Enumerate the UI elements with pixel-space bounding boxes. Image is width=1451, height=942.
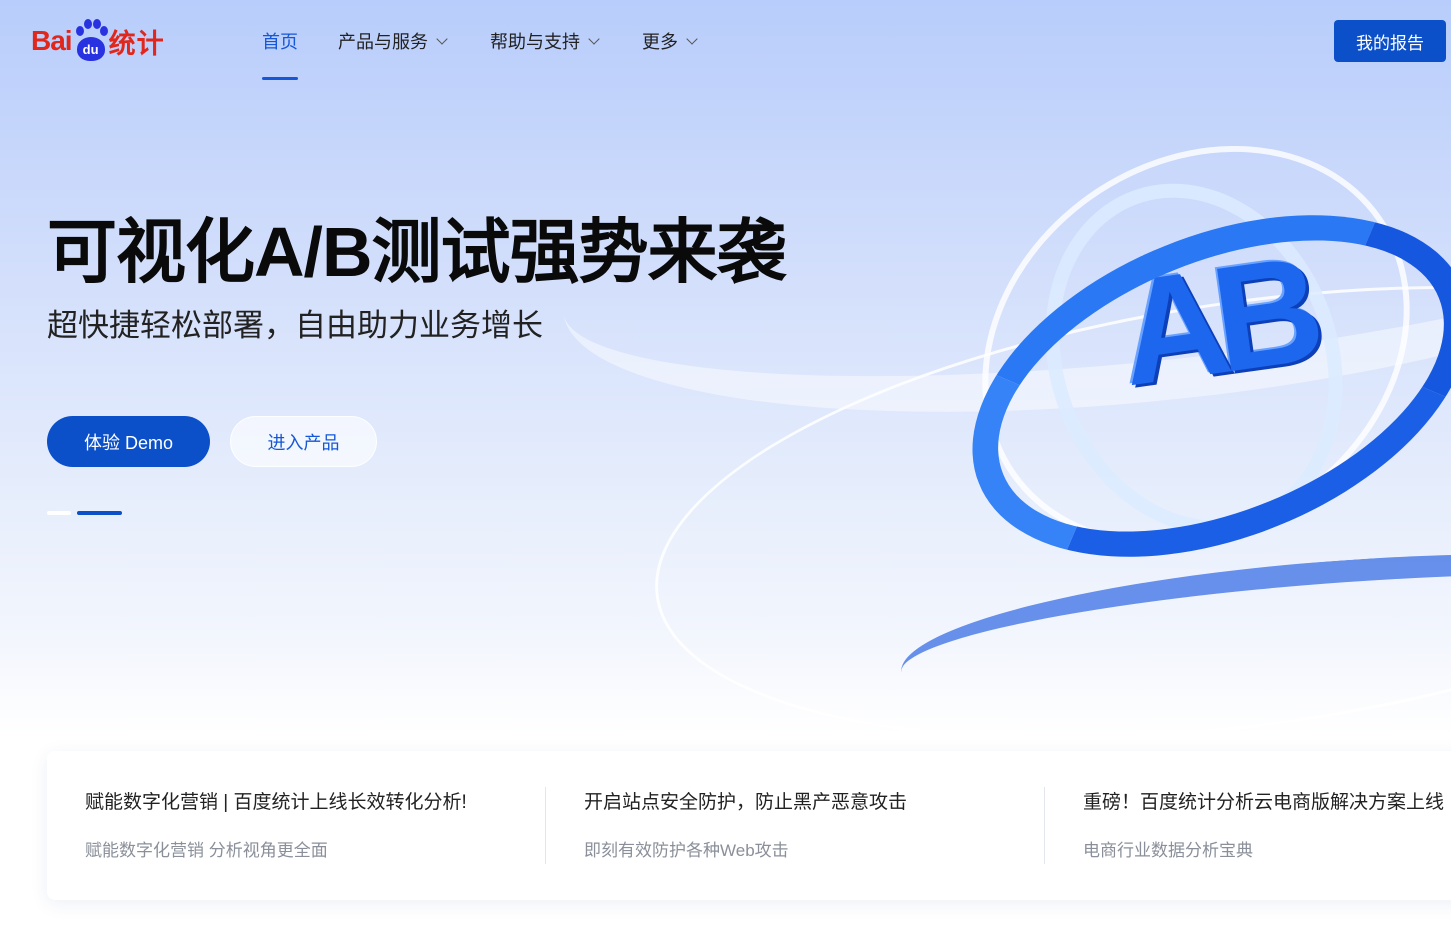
paw-toe bbox=[92, 19, 101, 29]
nav-item-home[interactable]: 首页 bbox=[262, 0, 298, 82]
carousel-indicator[interactable] bbox=[47, 511, 71, 515]
nav-item-support[interactable]: 帮助与支持 bbox=[490, 0, 600, 82]
nav-item-label: 帮助与支持 bbox=[490, 32, 580, 52]
news-card: 赋能数字化营销 | 百度统计上线长效转化分析! 赋能数字化营销 分析视角更全面 … bbox=[47, 751, 1451, 900]
nav-item-products[interactable]: 产品与服务 bbox=[338, 0, 448, 82]
chevron-down-icon bbox=[588, 32, 600, 45]
logo-du-text: du bbox=[76, 37, 105, 61]
news-item[interactable]: 开启站点安全防护，防止黑产恶意攻击 即刻有效防护各种Web攻击 bbox=[546, 751, 1044, 900]
news-item[interactable]: 赋能数字化营销 | 百度统计上线长效转化分析! 赋能数字化营销 分析视角更全面 bbox=[47, 751, 545, 900]
logo-tongji-text: 统计 bbox=[108, 28, 165, 59]
news-subtitle: 即刻有效防护各种Web攻击 bbox=[584, 841, 789, 860]
chevron-down-icon bbox=[686, 32, 698, 45]
news-title: 重磅！百度统计分析云电商版解决方案上线 bbox=[1083, 792, 1445, 813]
paw-toe bbox=[83, 19, 92, 29]
baidu-tongji-logo[interactable]: Bai du 统计 bbox=[31, 15, 165, 67]
hero-headline: 可视化A/B测试强势来袭 bbox=[47, 213, 787, 291]
nav-item-label: 更多 bbox=[642, 32, 678, 52]
hero-subline: 超快捷轻松部署，自由助力业务增长 bbox=[47, 308, 543, 343]
chevron-down-icon bbox=[436, 32, 448, 45]
enter-product-button[interactable]: 进入产品 bbox=[230, 416, 377, 467]
hero-banner: Bai du 统计 首页 产品与服务 帮助与支持 更多 我的报告 可视化A/B测… bbox=[0, 0, 1451, 942]
logo-bai-text: Bai bbox=[31, 25, 73, 56]
carousel-indicator-active[interactable] bbox=[77, 511, 122, 515]
news-item[interactable]: 重磅！百度统计分析云电商版解决方案上线 电商行业数据分析宝典 bbox=[1045, 751, 1451, 900]
nav-item-more[interactable]: 更多 bbox=[642, 0, 698, 82]
baidu-paw-icon: du bbox=[74, 19, 108, 63]
paw-toe bbox=[99, 26, 108, 36]
main-nav: 首页 产品与服务 帮助与支持 更多 bbox=[262, 0, 698, 82]
nav-item-label: 首页 bbox=[262, 32, 298, 52]
nav-item-label: 产品与服务 bbox=[338, 32, 428, 52]
my-report-button[interactable]: 我的报告 bbox=[1334, 20, 1446, 62]
ab-test-illustration: AB bbox=[904, 64, 1451, 628]
news-subtitle: 电商行业数据分析宝典 bbox=[1083, 841, 1253, 860]
news-title: 开启站点安全防护，防止黑产恶意攻击 bbox=[584, 792, 908, 813]
paw-toe bbox=[75, 26, 84, 36]
news-title: 赋能数字化营销 | 百度统计上线长效转化分析! bbox=[85, 792, 467, 813]
news-subtitle: 赋能数字化营销 分析视角更全面 bbox=[85, 841, 328, 860]
try-demo-button[interactable]: 体验 Demo bbox=[47, 416, 210, 467]
